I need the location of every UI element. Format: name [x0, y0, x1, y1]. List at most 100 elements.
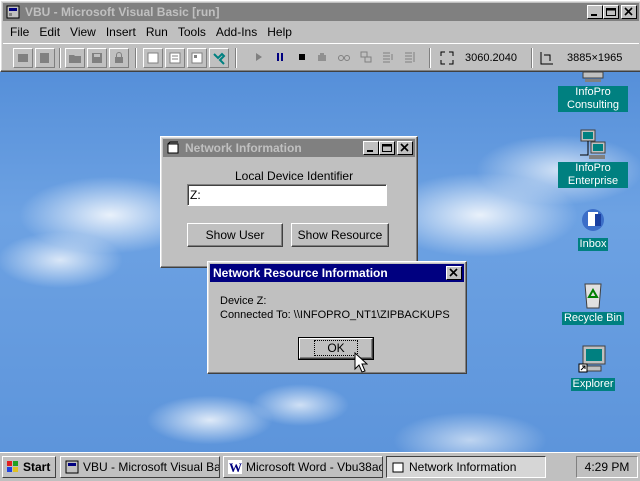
maximize-button[interactable] — [603, 5, 619, 19]
new-form-button[interactable] — [13, 48, 33, 68]
network-computers-icon — [577, 128, 609, 160]
calls-button[interactable] — [357, 48, 377, 68]
minimize-icon — [591, 14, 597, 16]
network-information-title: Network Information — [185, 141, 302, 155]
taskbar-item-network-information[interactable]: Network Information — [386, 456, 546, 478]
end-button[interactable] — [293, 48, 313, 68]
network-resource-title-bar[interactable]: Network Resource Information — [210, 264, 464, 282]
pause-icon — [277, 53, 283, 61]
close-button[interactable] — [446, 266, 462, 280]
vb-app-icon — [65, 460, 79, 474]
maximize-icon — [382, 144, 392, 152]
menu-add-ins[interactable]: Add-Ins — [211, 23, 262, 39]
taskbar-item-label: Network Information — [409, 460, 517, 474]
close-icon — [400, 143, 409, 152]
form-app-icon — [167, 141, 179, 154]
position-readout: 3060.2040 — [465, 52, 517, 64]
break-button[interactable] — [271, 48, 291, 68]
menu-help[interactable]: Help — [262, 23, 297, 39]
menu-file[interactable]: File — [5, 23, 34, 39]
network-information-title-bar[interactable]: Network Information — [163, 139, 415, 157]
desktop-icon-inbox[interactable]: Inbox — [558, 204, 628, 251]
desktop-icon-label: InfoPro Enterprise — [558, 162, 628, 188]
menu-insert[interactable]: Insert — [101, 23, 141, 39]
taskbar-item-label: Microsoft Word - Vbu38ao.... — [246, 460, 382, 474]
menu-run[interactable]: Run — [141, 23, 173, 39]
local-device-label: Local Device Identifier — [235, 169, 354, 183]
vb-main-window: VBU - Microsoft Visual Basic [run] File E… — [0, 0, 640, 72]
save-project-button[interactable] — [87, 48, 107, 68]
properties-button[interactable] — [165, 48, 185, 68]
open-project-button[interactable] — [65, 48, 85, 68]
desktop-icon-recycle-bin[interactable]: Recycle Bin — [558, 278, 628, 325]
show-user-button[interactable]: Show User — [187, 223, 283, 247]
explorer-shortcut-icon — [577, 344, 609, 376]
save-icon — [92, 53, 102, 63]
size-icon — [540, 52, 553, 65]
local-device-input[interactable]: Z: — [187, 184, 387, 206]
object-browser-button[interactable] — [187, 48, 207, 68]
desktop-icon-label: Inbox — [577, 238, 609, 251]
close-button[interactable] — [621, 5, 637, 19]
minimize-button[interactable] — [587, 5, 603, 19]
desktop-icon-infopro-consulting[interactable]: InfoPro Consulting — [558, 71, 628, 112]
form-app-icon — [392, 462, 404, 473]
calls-icon — [360, 51, 372, 63]
play-icon — [256, 53, 262, 61]
maximize-button[interactable] — [379, 141, 395, 155]
network-information-window: Network Information Local Device Identif… — [160, 136, 418, 268]
show-resource-button[interactable]: Show Resource — [291, 223, 389, 247]
taskbar-item-vb[interactable]: VBU - Microsoft Visual Bas... — [60, 456, 220, 478]
system-tray-clock[interactable]: 4:29 PM — [576, 456, 638, 478]
lock-controls-button[interactable] — [109, 48, 129, 68]
toolbar-separator — [531, 48, 533, 68]
desktop-icon-label: InfoPro Consulting — [558, 86, 628, 112]
start-button[interactable] — [249, 48, 269, 68]
menu-tools[interactable]: Tools — [173, 23, 211, 39]
menu-editor-button[interactable] — [143, 48, 163, 68]
word-app-icon: W — [228, 460, 242, 474]
desktop-icon-infopro-enterprise[interactable]: InfoPro Enterprise — [558, 128, 628, 188]
close-button[interactable] — [397, 141, 413, 155]
minimize-button[interactable] — [363, 141, 379, 155]
instant-watch-button[interactable] — [335, 48, 355, 68]
local-device-value: Z: — [190, 188, 201, 202]
form-icon — [18, 54, 28, 62]
recycle-bin-icon — [577, 278, 609, 310]
menu-edit[interactable]: Edit — [34, 23, 65, 39]
menu-editor-icon — [147, 52, 159, 64]
toolbar-separator — [235, 48, 237, 68]
desktop-icon-label: Recycle Bin — [561, 312, 625, 325]
desktop-icon-label: Explorer — [570, 378, 616, 391]
close-icon — [624, 7, 633, 16]
resource-connection-line: Connected To: \\INFOPRO_NT1\ZIPBACKUPS — [220, 309, 450, 321]
network-resource-dialog: Network Resource Information Device Z: C… — [207, 261, 467, 374]
properties-icon — [169, 52, 181, 64]
new-module-button[interactable] — [35, 48, 55, 68]
toolbox-button[interactable] — [209, 48, 229, 68]
vb-app-icon — [6, 5, 20, 19]
restore-icon — [606, 8, 616, 16]
clock-time: 4:29 PM — [584, 460, 630, 474]
mouse-cursor-icon — [354, 352, 368, 373]
taskbar-item-word[interactable]: W Microsoft Word - Vbu38ao.... — [223, 456, 383, 478]
ok-label: OK — [314, 340, 358, 356]
taskbar: Start VBU - Microsoft Visual Bas... W Mi… — [0, 452, 640, 481]
module-icon — [40, 53, 49, 63]
toolbar-separator — [135, 48, 137, 68]
inbox-icon — [577, 204, 609, 236]
desktop-icon-explorer[interactable]: Explorer — [558, 344, 628, 391]
vb-window-title: VBU - Microsoft Visual Basic [run] — [25, 5, 220, 19]
open-folder-icon — [69, 55, 81, 63]
menu-view[interactable]: View — [65, 23, 101, 39]
step-into-icon — [383, 52, 393, 63]
step-into-button[interactable] — [379, 48, 399, 68]
toolbar-separator — [59, 48, 61, 68]
start-button[interactable]: Start — [2, 456, 56, 478]
toggle-breakpoint-button[interactable] — [313, 48, 333, 68]
toolbar: 3060.2040 3885×1965 — [3, 43, 639, 72]
windows-logo-icon — [7, 461, 18, 472]
step-over-button[interactable] — [401, 48, 421, 68]
lock-icon — [115, 52, 123, 63]
vb-title-bar[interactable]: VBU - Microsoft Visual Basic [run] — [3, 3, 639, 21]
